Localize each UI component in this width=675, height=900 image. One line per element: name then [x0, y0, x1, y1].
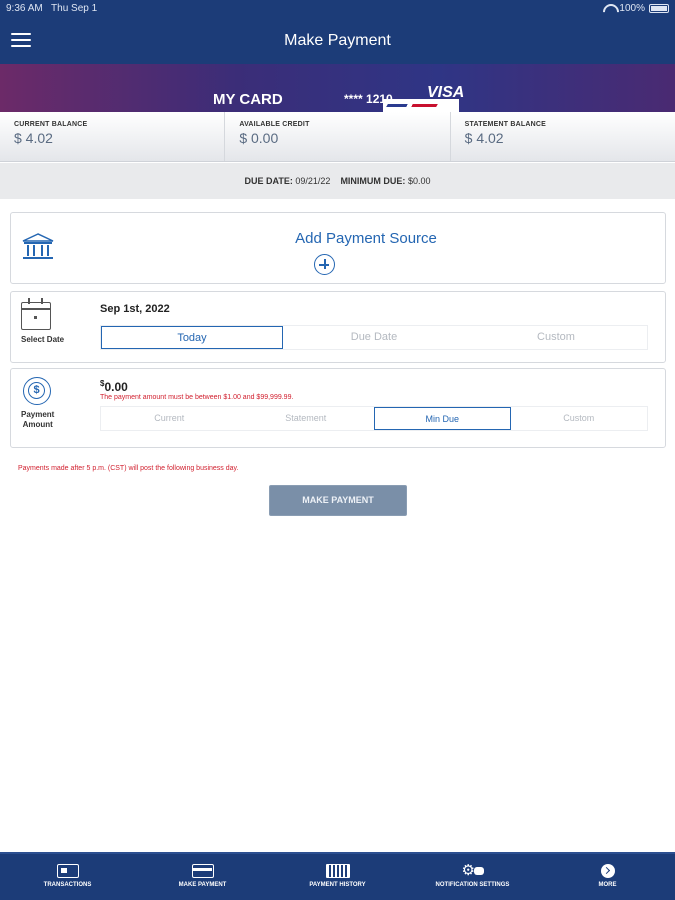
date-option-today[interactable]: Today [101, 326, 283, 349]
nav-transactions[interactable]: TRANSACTIONS [0, 854, 135, 900]
add-payment-source-card[interactable]: Add Payment Source [10, 212, 666, 284]
due-date-label: DUE DATE: [244, 176, 293, 186]
select-date-label: Select Date [21, 335, 65, 344]
payment-amount-card: $ Payment Amount $0.00 The payment amount… [10, 368, 666, 448]
date-option-due-date[interactable]: Due Date [283, 326, 465, 349]
card-icon [191, 864, 214, 878]
nav-label: MAKE PAYMENT [178, 882, 227, 888]
amount-option-custom[interactable]: Custom [511, 407, 648, 430]
posting-notice: Payments made after 5 p.m. (CST) will po… [18, 465, 239, 472]
payment-amount-value[interactable]: $0.00 [100, 379, 128, 394]
add-circle-icon[interactable] [314, 254, 335, 275]
amount-error-message: The payment amount must be between $1.00… [100, 394, 294, 401]
status-time: 9:36 AM Thu Sep 1 [6, 3, 98, 14]
nav-make-payment[interactable]: MAKE PAYMENT [135, 854, 270, 900]
amount-option-current[interactable]: Current [101, 407, 238, 430]
nav-label: PAYMENT HISTORY [309, 882, 366, 888]
top-bar: 9:36 AM Thu Sep 1 100% Make Payment [0, 0, 675, 64]
minimum-due-value: $0.00 [407, 176, 431, 186]
select-date-card: Select Date Sep 1st, 2022 Today Due Date… [10, 291, 666, 363]
history-icon [325, 864, 350, 878]
balances-strip: CURRENT BALANCE $ 4.02 AVAILABLE CREDIT … [0, 112, 675, 162]
date-option-custom[interactable]: Custom [465, 326, 647, 349]
amount-option-min-due[interactable]: Min Due [374, 407, 511, 430]
battery-icon [649, 4, 669, 13]
status-right: 100% [603, 3, 669, 14]
amount-option-group: Current Statement Min Due Custom [100, 406, 648, 431]
available-credit: AVAILABLE CREDIT $ 0.00 [225, 112, 451, 161]
nav-label: TRANSACTIONS [43, 882, 92, 888]
due-date-value: 09/21/22 [295, 176, 331, 186]
nav-label: MORE [598, 882, 617, 888]
calendar-icon [21, 298, 51, 330]
minimum-due-label: MINIMUM DUE: [340, 176, 406, 186]
card-banner: MY CARD **** 1210 VISA [0, 64, 675, 112]
transactions-icon [56, 864, 79, 878]
visa-logo: VISA [427, 84, 465, 101]
page-title: Make Payment [284, 32, 391, 49]
balance-value: $ 0.00 [239, 130, 279, 146]
balance-value: $ 4.02 [14, 130, 53, 146]
make-payment-button[interactable]: MAKE PAYMENT [269, 485, 407, 516]
nav-payment-history[interactable]: PAYMENT HISTORY [270, 854, 405, 900]
balance-label: STATEMENT BALANCE [464, 121, 546, 128]
current-balance: CURRENT BALANCE $ 4.02 [0, 112, 226, 161]
battery-percent: 100% [619, 3, 645, 14]
add-payment-source-label[interactable]: Add Payment Source [11, 230, 665, 247]
nav-more[interactable]: MORE [540, 854, 675, 900]
balance-label: CURRENT BALANCE [14, 121, 88, 128]
wifi-icon [603, 4, 615, 13]
dollar-icon: $ [23, 377, 51, 405]
card-name: MY CARD [213, 91, 283, 108]
balance-label: AVAILABLE CREDIT [239, 121, 310, 128]
payment-amount-label: Payment Amount [21, 410, 55, 429]
selected-date: Sep 1st, 2022 [100, 303, 170, 315]
status-bar: 9:36 AM Thu Sep 1 100% [0, 0, 675, 18]
date-option-group: Today Due Date Custom [100, 325, 648, 350]
chevron-right-icon [600, 864, 615, 878]
nav-notification-settings[interactable]: NOTIFICATION SETTINGS [405, 854, 540, 900]
due-info: DUE DATE: 09/21/22 MINIMUM DUE: $0.00 [0, 163, 675, 199]
nav-label: NOTIFICATION SETTINGS [435, 882, 510, 888]
bottom-nav: TRANSACTIONS MAKE PAYMENT PAYMENT HISTOR… [0, 852, 675, 900]
statement-balance: STATEMENT BALANCE $ 4.02 [451, 112, 675, 161]
amount-option-statement[interactable]: Statement [238, 407, 375, 430]
balance-value: $ 4.02 [464, 130, 504, 146]
notification-settings-icon [462, 861, 484, 879]
